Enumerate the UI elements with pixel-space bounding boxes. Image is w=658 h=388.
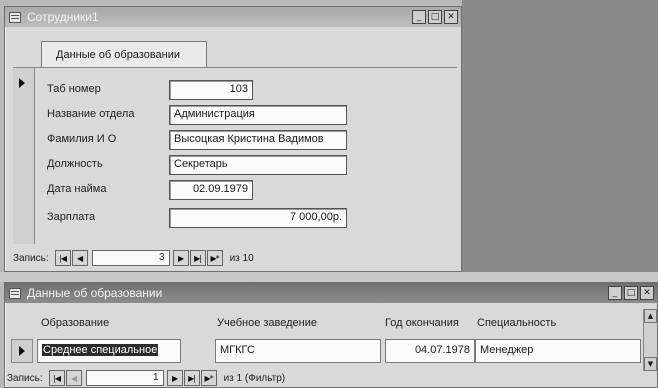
form-record-navigation: Запись: |◀ ◀ 3 ▶ ▶| ▶* из 10 xyxy=(13,249,254,267)
datasheet-grid: Образование Учебное заведение Год оконча… xyxy=(11,309,647,369)
cell-specialty[interactable]: Менеджер xyxy=(475,339,641,363)
desktop-background-strip xyxy=(0,272,658,282)
field-row-department: Название отдела Администрация xyxy=(47,105,447,125)
department-input[interactable]: Администрация xyxy=(169,105,347,125)
sheet-last-record-button[interactable]: ▶| xyxy=(183,370,200,386)
position-input[interactable]: Секретарь xyxy=(169,155,347,175)
next-record-button[interactable]: ▶ xyxy=(172,250,189,266)
sheet-close-button[interactable]: ✕ xyxy=(640,286,654,300)
field-row-tab-number: Таб номер 103 xyxy=(47,80,447,100)
scroll-down-button[interactable]: ▼ xyxy=(644,357,657,371)
sheet-previous-record-button[interactable]: ◀ xyxy=(65,370,82,386)
sheet-record-number-input[interactable]: 1 xyxy=(85,370,164,386)
cell-education-value: Среднее специальное xyxy=(42,344,159,356)
sheet-window-icon[interactable] xyxy=(9,287,21,299)
hire-date-label: Дата найма xyxy=(47,183,107,195)
form-window-icon[interactable] xyxy=(9,11,21,23)
sheet-maximize-button[interactable]: □ xyxy=(624,286,638,300)
tab-number-input[interactable]: 103 xyxy=(169,80,253,100)
sheet-next-record-button[interactable]: ▶ xyxy=(166,370,183,386)
field-row-salary: Зарплата 7 000,00р. xyxy=(47,208,447,228)
previous-record-button[interactable]: ◀ xyxy=(71,250,88,266)
new-record-button[interactable]: ▶* xyxy=(206,250,223,266)
salary-input[interactable]: 7 000,00р. xyxy=(169,208,347,228)
cell-education[interactable]: Среднее специальное xyxy=(37,339,181,363)
tab-education-data-label: Данные об образовании xyxy=(56,48,181,61)
sheet-first-record-button[interactable]: |◀ xyxy=(48,370,65,386)
sheet-window-title: Данные об образовании xyxy=(27,286,163,300)
vertical-scrollbar[interactable]: ▲ ▼ xyxy=(643,309,657,371)
current-record-arrow-icon xyxy=(19,78,25,88)
department-label: Название отдела xyxy=(47,108,135,120)
tab-number-label: Таб номер xyxy=(47,83,101,95)
sheet-record-total-text: из 1 (Фильтр) xyxy=(223,372,286,384)
employees-form-window: Сотрудники1 _ □ ✕ Данные об образовании … xyxy=(4,6,462,272)
maximize-button[interactable]: □ xyxy=(428,10,442,24)
column-header-institution[interactable]: Учебное заведение xyxy=(217,309,317,335)
hire-date-input[interactable]: 02.09.1979 xyxy=(169,180,253,200)
row-selector[interactable] xyxy=(11,339,33,363)
full-name-input[interactable]: Высоцкая Кристина Вадимов xyxy=(169,130,347,150)
column-header-education[interactable]: Образование xyxy=(41,309,109,335)
sheet-title-bar[interactable]: Данные об образовании _ □ ✕ xyxy=(5,283,657,303)
cell-institution[interactable]: МГКГС xyxy=(215,339,381,363)
salary-label: Зарплата xyxy=(47,211,96,223)
close-button[interactable]: ✕ xyxy=(444,10,458,24)
tab-education-data[interactable]: Данные об образовании xyxy=(41,41,207,67)
form-body: Таб номер 103 Название отдела Администра… xyxy=(13,67,457,244)
field-row-position: Должность Секретарь xyxy=(47,155,447,175)
cell-grad-year[interactable]: 04.07.1978 xyxy=(385,339,475,363)
record-number-input[interactable]: 3 xyxy=(91,250,170,266)
column-header-specialty[interactable]: Специальность xyxy=(477,309,556,335)
education-datasheet-window: Данные об образовании _ □ ✕ Образование … xyxy=(4,282,658,388)
sheet-minimize-button[interactable]: _ xyxy=(608,286,622,300)
current-row-arrow-icon xyxy=(19,346,25,356)
record-nav-label: Запись: xyxy=(13,252,49,264)
sheet-new-record-button[interactable]: ▶* xyxy=(200,370,217,386)
sheet-record-navigation: Запись: |◀ ◀ 1 ▶ ▶| ▶* из 1 (Фильтр) xyxy=(7,369,285,387)
field-row-full-name: Фамилия И О Высоцкая Кристина Вадимов xyxy=(47,130,447,150)
field-row-hire-date: Дата найма 02.09.1979 xyxy=(47,180,447,200)
column-header-grad-year[interactable]: Год окончания xyxy=(385,309,459,335)
last-record-button[interactable]: ▶| xyxy=(189,250,206,266)
first-record-button[interactable]: |◀ xyxy=(54,250,71,266)
record-selector[interactable] xyxy=(13,68,35,244)
form-title-bar[interactable]: Сотрудники1 _ □ ✕ xyxy=(5,7,461,27)
full-name-label: Фамилия И О xyxy=(47,133,117,145)
minimize-button[interactable]: _ xyxy=(412,10,426,24)
desktop-background xyxy=(462,0,658,282)
record-total-text: из 10 xyxy=(229,252,254,264)
scroll-up-button[interactable]: ▲ xyxy=(644,309,657,323)
position-label: Должность xyxy=(47,158,103,170)
form-window-title: Сотрудники1 xyxy=(27,10,99,24)
sheet-record-nav-label: Запись: xyxy=(7,372,43,384)
